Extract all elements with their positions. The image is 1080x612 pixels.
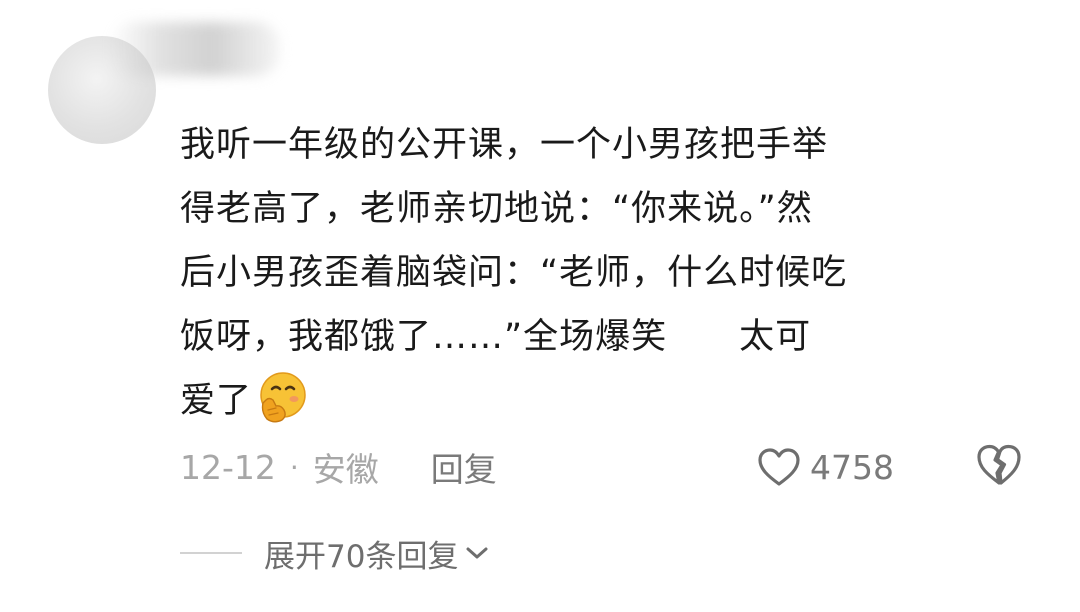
comment-line-last: 爱了 bbox=[180, 369, 1020, 433]
chevron-down-icon bbox=[466, 547, 488, 559]
meta-separator: · bbox=[289, 450, 299, 484]
comment-text: 我听一年级的公开课，一个小男孩把手举 得老高了，老师亲切地说：“你来说。”然 后… bbox=[180, 113, 1020, 433]
comment-line: 得老高了，老师亲切地说：“你来说。”然 bbox=[180, 189, 813, 229]
divider-line bbox=[180, 552, 242, 554]
comment-line: 后小男孩歪着脑袋问：“老师，什么时候吃 bbox=[180, 253, 848, 293]
comment-location: 安徽 bbox=[312, 450, 379, 489]
comment-line: 饭呀，我都饿了……”全场爆笑 太可 bbox=[180, 317, 812, 357]
comment-date: 12-12 bbox=[180, 447, 276, 487]
broken-heart-icon bbox=[977, 444, 1021, 485]
comment-meta: 12-12 · 安徽 回复 bbox=[180, 440, 497, 494]
expand-replies-button[interactable]: 展开70条回复 bbox=[180, 526, 490, 580]
like-count: 4758 bbox=[810, 447, 894, 487]
reply-button[interactable]: 回复 bbox=[431, 443, 497, 491]
expand-replies-label: 展开70条回复 bbox=[264, 538, 459, 575]
heart-outline-icon bbox=[758, 448, 800, 486]
comment-line: 我听一年级的公开课，一个小男孩把手举 bbox=[180, 125, 829, 165]
username-blurred[interactable] bbox=[110, 22, 280, 76]
dislike-button[interactable] bbox=[974, 442, 1024, 492]
like-button[interactable]: 4758 bbox=[756, 440, 894, 494]
face-with-hand-over-mouth-icon bbox=[254, 370, 308, 424]
comment-line: 爱了 bbox=[180, 381, 253, 421]
